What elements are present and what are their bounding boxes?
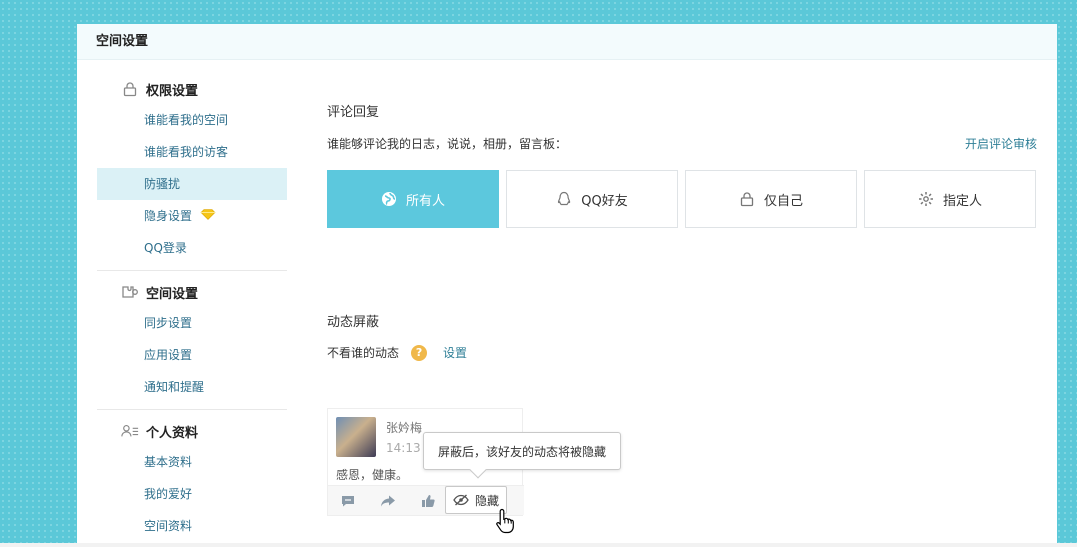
sidebar-item-sync-settings[interactable]: 同步设置 <box>97 307 287 339</box>
globe-icon <box>381 191 397 207</box>
feed-block-title: 动态屏蔽 <box>327 315 380 330</box>
sidebar-section-profile: 个人资料 基本资料 我的爱好 空间资料 <box>97 410 287 547</box>
hand-cursor-icon <box>495 508 517 538</box>
section-title-space: 空间设置 <box>97 277 287 307</box>
puzzle-icon <box>121 283 139 301</box>
hide-tooltip: 屏蔽后，该好友的动态将被隐藏 <box>423 432 622 470</box>
sidebar-item-label: 隐身设置 <box>144 209 193 223</box>
option-qq-friends[interactable]: QQ好友 <box>506 170 678 228</box>
section-title-permissions: 权限设置 <box>97 74 287 104</box>
sidebar-item-qq-login[interactable]: QQ登录 <box>97 232 287 264</box>
option-label: 指定人 <box>942 193 982 209</box>
option-specified-people[interactable]: 指定人 <box>864 170 1036 228</box>
section-title-profile: 个人资料 <box>97 416 287 446</box>
profile-icon <box>121 422 139 440</box>
diamond-icon <box>200 200 216 232</box>
like-icon <box>408 486 448 516</box>
sidebar-item-invisible-settings[interactable]: 隐身设置 <box>97 200 287 232</box>
option-label: QQ好友 <box>581 193 628 209</box>
demo-post-time: 14:13 <box>386 441 421 455</box>
enable-comment-review-link[interactable]: 开启评论审核 <box>965 135 1037 152</box>
demo-user-name: 张妗梅 <box>386 421 423 435</box>
eye-slash-icon <box>453 494 469 506</box>
feed-block-row: 不看谁的动态 ? 设置 <box>327 344 467 361</box>
sidebar-section-space: 空间设置 同步设置 应用设置 通知和提醒 <box>97 271 287 410</box>
demo-post-text: 感恩，健康。 <box>336 468 409 482</box>
comment-permission-options: 所有人 QQ好友 仅自己 指定人 <box>327 170 1036 228</box>
share-icon <box>368 486 408 516</box>
sidebar-item-anti-harassment[interactable]: 防骚扰 <box>97 168 287 200</box>
qq-penguin-icon <box>556 191 572 207</box>
hide-button-label: 隐藏 <box>474 493 499 508</box>
sidebar-item-app-settings[interactable]: 应用设置 <box>97 339 287 371</box>
sidebar-section-permissions: 权限设置 谁能看我的空间 谁能看我的访客 防骚扰 隐身设置 QQ登录 <box>97 60 287 271</box>
option-label: 仅自己 <box>763 193 803 209</box>
sidebar-item-space-info[interactable]: 空间资料 <box>97 510 287 542</box>
option-everyone[interactable]: 所有人 <box>327 170 499 228</box>
settings-panel: 空间设置 权限设置 谁能看我的空间 谁能看我的访客 防骚扰 隐身设置 QQ登录 <box>77 24 1057 547</box>
lock-icon <box>121 80 139 98</box>
panel-title: 空间设置 <box>77 24 1057 60</box>
comment-icon <box>328 486 368 516</box>
section-label: 权限设置 <box>146 83 199 99</box>
sidebar-item-notifications[interactable]: 通知和提醒 <box>97 371 287 403</box>
gear-icon <box>918 191 934 207</box>
lock-icon <box>739 191 755 207</box>
help-icon[interactable]: ? <box>411 344 428 361</box>
section-label: 空间设置 <box>146 286 199 302</box>
option-label: 所有人 <box>405 193 445 209</box>
feed-block-settings-link[interactable]: 设置 <box>443 344 467 361</box>
sidebar-item-who-can-see-visitors[interactable]: 谁能看我的访客 <box>97 136 287 168</box>
comment-reply-title: 评论回复 <box>327 105 380 120</box>
sidebar-item-who-can-see-space[interactable]: 谁能看我的空间 <box>97 104 287 136</box>
sidebar-item-basic-info[interactable]: 基本资料 <box>97 446 287 478</box>
section-label: 个人资料 <box>146 425 199 441</box>
option-only-me[interactable]: 仅自己 <box>685 170 857 228</box>
feed-block-label: 不看谁的动态 <box>327 346 400 360</box>
sidebar-item-my-hobbies[interactable]: 我的爱好 <box>97 478 287 510</box>
comment-permission-description: 谁能够评论我的日志，说说，相册，留言板： <box>327 137 568 151</box>
sidebar: 权限设置 谁能看我的空间 谁能看我的访客 防骚扰 隐身设置 QQ登录 空间设置 … <box>97 60 287 547</box>
bottom-strip <box>0 543 1077 547</box>
avatar <box>336 417 376 457</box>
